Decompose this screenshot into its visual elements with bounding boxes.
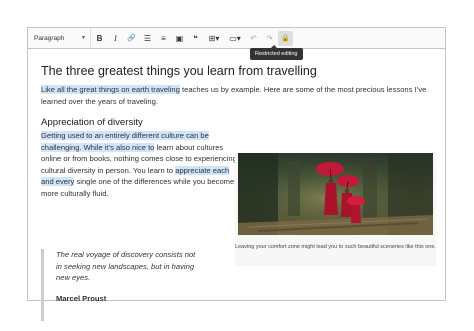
link-icon: 🔗 (127, 35, 136, 42)
blockquote: The real voyage of discovery consists no… (41, 249, 216, 321)
intro-paragraph: Like all the great things on earth trave… (41, 84, 436, 107)
media-button[interactable]: ▭▾ (225, 31, 245, 46)
editable-content[interactable]: The three greatest things you learn from… (28, 49, 445, 321)
numbered-list-button[interactable]: ≡ (156, 31, 171, 46)
quote-text: The real voyage of discovery consists no… (56, 250, 196, 282)
blockquote-icon: ❝ (193, 33, 198, 43)
toolbar: Paragraph ▼ B I 🔗 ☰ ≡ ▣ ❝ ⊞▾ ▭▾ ↶ ↷ 🔒 (28, 28, 445, 49)
redo-button[interactable]: ↷ (262, 31, 277, 46)
bold-button[interactable]: B (92, 31, 107, 46)
bulleted-list-icon: ☰ (143, 33, 152, 43)
media-icon: ▭▾ (229, 33, 241, 43)
bold-icon: B (96, 33, 103, 43)
link-button[interactable]: 🔗 (124, 31, 139, 46)
numbered-list-icon: ≡ (161, 33, 166, 43)
heading-dropdown-value: Paragraph (34, 34, 65, 42)
italic-button[interactable]: I (108, 31, 123, 46)
table-button[interactable]: ⊞▾ (204, 31, 224, 46)
section-heading: Appreciation of diversity (41, 117, 143, 128)
quote-author: Marcel Proust (56, 293, 107, 303)
restricted-editing-icon: 🔒 (281, 35, 290, 42)
italic-icon: I (114, 33, 117, 43)
image-icon: ▣ (175, 33, 184, 43)
blockquote-button[interactable]: ❝ (188, 31, 203, 46)
monks-photo (238, 153, 433, 235)
bulleted-list-button[interactable]: ☰ (140, 31, 155, 46)
editable-region[interactable]: Like all the great things on earth trave… (41, 85, 180, 94)
table-icon: ⊞▾ (208, 33, 220, 43)
restricted-editing-button[interactable]: 🔒 (278, 30, 293, 46)
image-figure: Leaving your comfort zone might lead you… (235, 153, 436, 266)
editor: Paragraph ▼ B I 🔗 ☰ ≡ ▣ ❝ ⊞▾ ▭▾ ↶ ↷ 🔒 Re… (27, 27, 446, 321)
redo-icon: ↷ (266, 33, 273, 43)
image-button[interactable]: ▣ (172, 31, 187, 46)
heading-dropdown[interactable]: Paragraph ▼ (28, 28, 91, 48)
page-title: The three greatest things you learn from… (41, 64, 317, 78)
undo-icon: ↶ (250, 33, 257, 43)
body-paragraph: Getting used to an entirely different cu… (41, 130, 241, 199)
undo-button[interactable]: ↶ (246, 31, 261, 46)
figure-caption: Leaving your comfort zone might lead you… (235, 244, 436, 250)
chevron-down-icon: ▼ (81, 35, 86, 41)
